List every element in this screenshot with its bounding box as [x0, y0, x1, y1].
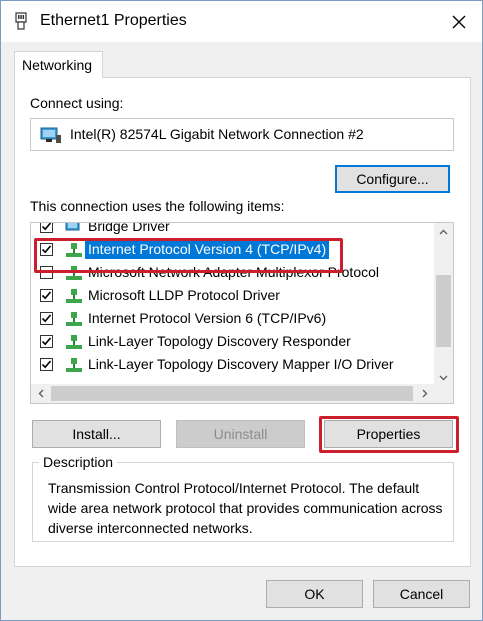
- items-label: This connection uses the following items…: [30, 198, 285, 214]
- close-icon: [452, 15, 466, 28]
- checkmark-icon: [41, 360, 52, 369]
- scroll-right-button[interactable]: [415, 384, 434, 403]
- list-item-bridge-driver[interactable]: Bridge Driver: [31, 222, 435, 238]
- checkmark-icon: [41, 337, 52, 346]
- item-label: Link-Layer Topology Discovery Responder: [88, 333, 351, 349]
- properties-window: Ethernet1 Properties Networking Connect …: [0, 0, 483, 621]
- checkmark-icon: [41, 291, 52, 300]
- adapter-field: Intel(R) 82574L Gigabit Network Connecti…: [30, 118, 454, 151]
- list-item-lldp[interactable]: Microsoft LLDP Protocol Driver: [31, 284, 435, 307]
- item-checkbox[interactable]: [40, 312, 53, 325]
- connect-using-label: Connect using:: [30, 95, 124, 111]
- network-adapter-icon: [15, 12, 27, 30]
- list-item-lltd-mapper[interactable]: Link-Layer Topology Discovery Mapper I/O…: [31, 353, 435, 376]
- items-list[interactable]: Bridge Driver Internet Protocol Version …: [30, 222, 454, 404]
- item-checkbox[interactable]: [40, 358, 53, 371]
- list-item-ipv4[interactable]: Internet Protocol Version 4 (TCP/IPv4): [31, 238, 435, 261]
- horizontal-scroll-thumb[interactable]: [51, 386, 413, 401]
- items-list-content: Bridge Driver Internet Protocol Version …: [31, 222, 435, 376]
- bridge-icon: [65, 223, 80, 231]
- protocol-icon: [66, 289, 82, 303]
- item-label: Link-Layer Topology Discovery Mapper I/O…: [88, 356, 394, 372]
- configure-button[interactable]: Configure...: [335, 165, 450, 193]
- horizontal-scrollbar[interactable]: [31, 384, 453, 403]
- scroll-up-button[interactable]: [434, 223, 453, 240]
- window-title: Ethernet1 Properties: [40, 12, 187, 29]
- list-item-lltd-responder[interactable]: Link-Layer Topology Discovery Responder: [31, 330, 435, 353]
- description-text: Transmission Control Protocol/Internet P…: [48, 480, 443, 536]
- close-button[interactable]: [436, 1, 482, 42]
- item-label: Microsoft Network Adapter Multiplexor Pr…: [88, 264, 379, 280]
- checkmark-icon: [41, 223, 52, 231]
- protocol-icon: [66, 358, 82, 372]
- item-checkbox[interactable]: [40, 266, 53, 279]
- item-label: Internet Protocol Version 6 (TCP/IPv6): [88, 310, 327, 326]
- item-checkbox[interactable]: [40, 289, 53, 302]
- item-label: Bridge Driver: [88, 222, 170, 234]
- tab-networking[interactable]: Networking: [14, 51, 103, 78]
- chevron-up-icon: [439, 229, 448, 234]
- ok-button[interactable]: OK: [266, 580, 363, 608]
- chevron-down-icon: [439, 375, 448, 380]
- adapter-name: Intel(R) 82574L Gigabit Network Connecti…: [70, 126, 364, 142]
- protocol-icon: [66, 266, 82, 280]
- item-label: Microsoft LLDP Protocol Driver: [88, 287, 280, 303]
- item-checkbox[interactable]: [40, 223, 53, 233]
- scroll-left-button[interactable]: [31, 384, 50, 403]
- chevron-right-icon: [422, 389, 427, 398]
- uninstall-button[interactable]: Uninstall: [176, 420, 305, 448]
- item-checkbox[interactable]: [40, 243, 53, 256]
- vertical-scrollbar[interactable]: [434, 223, 453, 386]
- checkmark-icon: [41, 245, 52, 254]
- item-checkbox[interactable]: [40, 335, 53, 348]
- protocol-icon: [66, 243, 82, 257]
- protocol-icon: [66, 335, 82, 349]
- chevron-left-icon: [38, 389, 43, 398]
- network-adapter-icon: [40, 127, 61, 143]
- protocol-icon: [66, 312, 82, 326]
- install-button[interactable]: Install...: [32, 420, 161, 448]
- vertical-scroll-thumb[interactable]: [436, 275, 451, 347]
- list-item-multiplexor[interactable]: Microsoft Network Adapter Multiplexor Pr…: [31, 261, 435, 284]
- description-title: Description: [39, 454, 118, 470]
- properties-button[interactable]: Properties: [324, 420, 453, 448]
- list-item-ipv6[interactable]: Internet Protocol Version 6 (TCP/IPv6): [31, 307, 435, 330]
- checkmark-icon: [41, 314, 52, 323]
- item-label: Internet Protocol Version 4 (TCP/IPv4): [85, 240, 330, 259]
- cancel-button[interactable]: Cancel: [373, 580, 470, 608]
- title-bar[interactable]: Ethernet1 Properties: [1, 1, 482, 42]
